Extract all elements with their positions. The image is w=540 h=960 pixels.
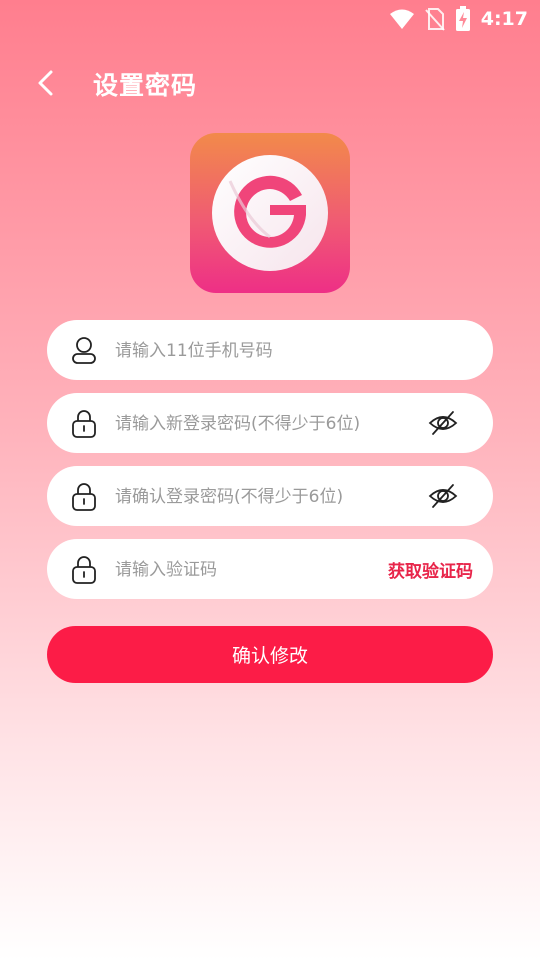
wifi-icon xyxy=(389,9,414,29)
app-logo xyxy=(190,133,350,293)
g-logo-icon xyxy=(212,155,328,271)
confirm-password-field xyxy=(47,466,493,526)
verification-code-field: 获取验证码 xyxy=(47,539,493,599)
verification-code-input[interactable] xyxy=(113,551,347,589)
new-password-field xyxy=(47,393,493,453)
user-icon xyxy=(72,337,96,364)
eye-off-icon[interactable] xyxy=(427,407,459,439)
lock-icon xyxy=(72,483,96,511)
lock-icon xyxy=(72,410,96,438)
lock-icon xyxy=(72,556,96,584)
status-icons: 4:17 xyxy=(389,6,528,32)
get-code-button[interactable]: 获取验证码 xyxy=(388,557,473,582)
battery-charging-icon xyxy=(455,6,470,31)
status-bar: 4:17 xyxy=(0,0,540,36)
page-title: 设置密码 xyxy=(93,71,198,100)
chevron-left-icon[interactable] xyxy=(30,66,64,100)
new-password-input[interactable] xyxy=(113,405,417,443)
confirm-password-input[interactable] xyxy=(113,478,417,516)
status-time: 4:17 xyxy=(480,8,528,30)
eye-off-icon[interactable] xyxy=(427,480,459,512)
confirm-change-button[interactable]: 确认修改 xyxy=(47,626,493,683)
phone-field xyxy=(47,320,493,380)
header: 设置密码 xyxy=(0,58,540,108)
phone-input[interactable] xyxy=(113,332,417,370)
no-sim-icon xyxy=(424,8,445,31)
